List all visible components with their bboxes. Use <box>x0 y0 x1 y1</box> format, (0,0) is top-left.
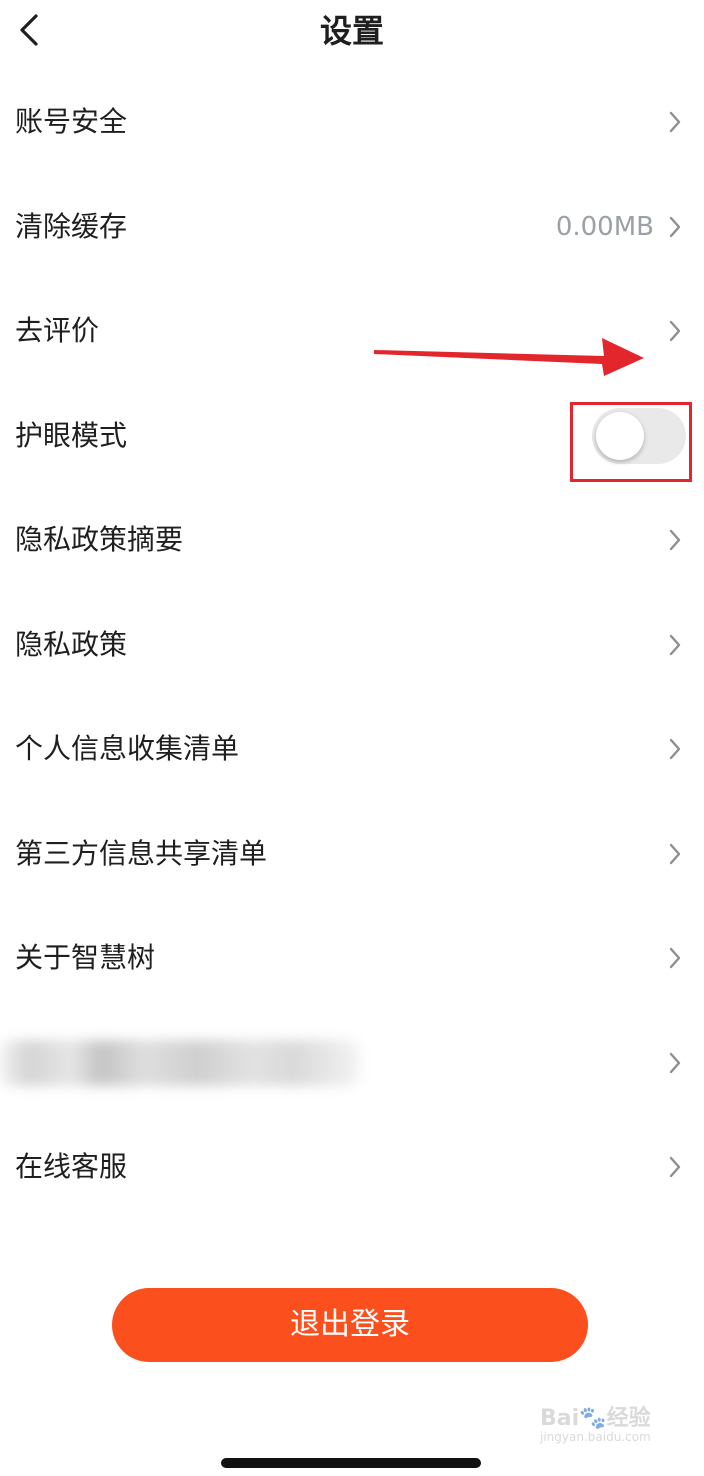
settings-item-label: 清除缓存 <box>15 209 128 243</box>
settings-item-privacy-summary[interactable]: 隐私政策摘要 <box>0 488 704 593</box>
chevron-right-icon <box>669 216 681 237</box>
chevron-right-icon <box>669 1157 681 1178</box>
settings-item-personal-info-list[interactable]: 个人信息收集清单 <box>0 697 704 802</box>
page-title: 设置 <box>319 12 384 50</box>
chevron-right-icon <box>669 739 681 760</box>
settings-item-third-party-sharing[interactable]: 第三方信息共享清单 <box>0 802 704 907</box>
chevron-right-icon <box>669 530 681 551</box>
settings-item-account-security[interactable]: 账号安全 <box>0 70 704 175</box>
settings-item-label: 账号安全 <box>15 105 128 139</box>
settings-item-clear-cache[interactable]: 清除缓存 0.00MB <box>0 175 704 280</box>
chevron-right-icon <box>669 1052 681 1073</box>
settings-item-label: 去评价 <box>15 314 100 348</box>
watermark-url: jingyan.baidu.com <box>540 1430 651 1444</box>
settings-item-about[interactable]: 关于智慧树 <box>0 906 704 1011</box>
settings-item-label: 个人信息收集清单 <box>15 732 240 766</box>
settings-item-online-support[interactable]: 在线客服 <box>0 1115 704 1220</box>
settings-item-label: 在线客服 <box>15 1150 128 1184</box>
annotation-arrow-icon <box>374 338 644 376</box>
settings-list: 账号安全 清除缓存 0.00MB 去评价 护眼模式 隐私政策摘要 隐私政策 个人… <box>0 70 704 1220</box>
settings-item-label: 隐私政策 <box>15 627 128 661</box>
chevron-right-icon <box>669 112 681 133</box>
annotation-highlight-box <box>570 402 692 482</box>
settings-item-label: 第三方信息共享清单 <box>15 836 268 870</box>
baidu-jingyan-logo: Bai🐾经验 <box>540 1406 651 1431</box>
settings-item-redacted[interactable] <box>0 1011 704 1116</box>
chevron-right-icon <box>669 948 681 969</box>
watermark: Bai🐾经验 jingyan.baidu.com <box>540 1400 670 1450</box>
settings-item-label: 关于智慧树 <box>15 941 156 975</box>
nav-header: 设置 <box>0 0 704 62</box>
chevron-right-icon <box>669 843 681 864</box>
chevron-right-icon <box>669 321 681 342</box>
redacted-text <box>0 1039 360 1086</box>
cache-size-value: 0.00MB <box>555 211 654 242</box>
settings-item-label: 护眼模式 <box>15 418 128 452</box>
settings-item-label: 隐私政策摘要 <box>15 523 184 557</box>
chevron-right-icon <box>669 634 681 655</box>
home-indicator[interactable] <box>221 1458 481 1468</box>
logout-button[interactable]: 退出登录 <box>112 1288 588 1362</box>
settings-item-privacy-policy[interactable]: 隐私政策 <box>0 593 704 698</box>
